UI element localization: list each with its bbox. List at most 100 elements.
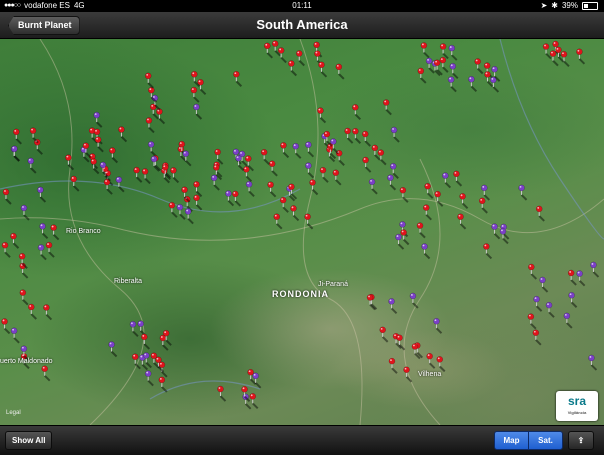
map-pin[interactable] [37,186,47,203]
map-pin[interactable] [309,179,319,196]
map-pin[interactable] [20,204,30,221]
map-pin[interactable] [421,243,431,260]
map-pin[interactable] [344,127,354,144]
satellite-button[interactable]: Sat. [528,432,562,449]
map-pin[interactable] [93,111,103,128]
map-pin[interactable] [448,44,458,61]
map-pin[interactable] [191,71,200,88]
map-pin[interactable] [468,76,478,93]
map-pin[interactable] [568,291,578,308]
map-pin[interactable] [94,136,104,153]
map-pin[interactable] [352,127,362,144]
show-all-button[interactable]: Show All [5,431,53,450]
map-pin[interactable] [527,313,537,330]
map-pin[interactable] [245,181,255,197]
map-pin[interactable] [249,393,259,410]
map-pin[interactable] [532,329,542,346]
map-pin[interactable] [39,223,49,240]
map-pin[interactable] [317,107,327,124]
map-pin[interactable] [409,292,419,309]
map-pin[interactable] [225,190,235,207]
map-pin[interactable] [290,205,300,222]
map-pin[interactable] [304,213,314,230]
map-pin[interactable] [305,141,315,158]
satellite-map[interactable]: RONDONIA Ji-Paraná Rio Branco Riberalta … [0,39,604,425]
map-pin[interactable] [45,241,55,258]
map-pin[interactable] [362,156,372,173]
map-pin[interactable] [439,56,449,73]
map-pin[interactable] [1,318,11,335]
map-pin[interactable] [442,172,452,189]
map-pin[interactable] [109,147,119,164]
map-pin[interactable] [528,263,538,280]
map-pin[interactable] [137,320,147,337]
map-pin[interactable] [10,232,20,249]
map-pin[interactable] [535,205,545,222]
map-pin[interactable] [37,244,47,261]
map-pin[interactable] [447,76,457,93]
map-pin[interactable] [388,298,398,315]
map-pin[interactable] [176,203,186,220]
map-pin[interactable] [576,270,586,287]
map-pin[interactable] [545,301,555,318]
map-pin[interactable] [217,385,227,402]
map-pin[interactable] [563,312,573,329]
map-pin[interactable] [434,190,444,207]
map-pin[interactable] [288,60,298,77]
map-pin[interactable] [233,71,243,87]
map-pin[interactable] [252,372,262,389]
map-pin[interactable] [1,241,11,258]
map-pin[interactable] [420,42,430,59]
map-pin[interactable] [260,148,270,165]
map-pin[interactable] [273,213,283,230]
map-pin[interactable] [560,51,570,67]
map-pin[interactable] [118,126,128,143]
map-pin[interactable] [268,160,278,177]
back-button[interactable]: Burnt Planet [8,16,80,35]
map-pin[interactable] [170,167,180,184]
map-pin[interactable] [390,126,400,143]
map-pin[interactable] [453,170,463,187]
map-pin[interactable] [590,261,600,278]
map-pin[interactable] [158,376,168,393]
map-button[interactable]: Map [495,432,528,449]
map-pin[interactable] [19,289,29,306]
map-pin[interactable] [13,128,22,145]
map-pin[interactable] [264,42,273,59]
map-pin[interactable] [129,321,139,338]
map-pin[interactable] [115,176,125,193]
map-pin[interactable] [361,130,371,147]
map-pin[interactable] [70,175,80,192]
map-pin[interactable] [352,104,362,121]
map-pin[interactable] [518,184,528,201]
map-pin[interactable] [567,269,577,286]
map-pin[interactable] [292,142,302,159]
map-pin[interactable] [533,295,543,312]
map-pin[interactable] [449,63,459,80]
map-pin[interactable] [193,103,203,120]
map-pin[interactable] [318,61,328,78]
map-pin[interactable] [403,366,413,383]
map-pin[interactable] [417,67,427,84]
map-pin[interactable] [478,197,488,214]
map-pin[interactable] [41,365,51,382]
map-pin[interactable] [103,178,113,195]
map-pin[interactable] [400,229,410,246]
map-pin[interactable] [190,86,200,103]
map-pin[interactable] [459,193,469,210]
map-pin[interactable] [382,99,392,116]
map-pin[interactable] [43,304,53,321]
map-pin[interactable] [147,141,157,158]
map-pin[interactable] [457,213,467,230]
map-pin[interactable] [193,181,203,198]
map-pin[interactable] [542,43,552,60]
map-pin[interactable] [305,162,315,179]
map-pin[interactable] [377,149,387,166]
map-pin[interactable] [388,357,398,374]
map-pin[interactable] [10,327,20,344]
map-pin[interactable] [145,117,155,134]
map-pin[interactable] [232,190,242,207]
map-pin[interactable] [65,154,75,171]
share-button[interactable]: ⇪ [568,431,594,450]
map-pin[interactable] [168,201,178,218]
